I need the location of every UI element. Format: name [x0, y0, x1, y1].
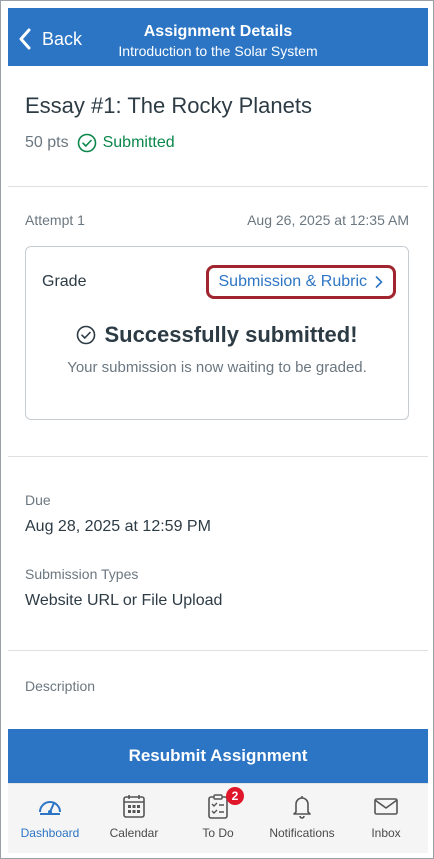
divider	[8, 456, 428, 457]
inbox-icon	[374, 798, 398, 815]
calendar-icon	[123, 795, 145, 818]
tab-calendar-label: Calendar	[109, 826, 159, 840]
resubmit-button[interactable]: Resubmit Assignment	[8, 729, 428, 783]
success-message: Your submission is now waiting to be gra…	[67, 359, 367, 376]
submission-rubric-link[interactable]: Submission & Rubric	[205, 265, 396, 299]
check-circle-icon	[77, 325, 96, 345]
header-titles: Assignment Details Introduction to the S…	[8, 22, 428, 60]
due-label: Due	[25, 492, 51, 508]
attempt-label[interactable]: Attempt 1	[25, 212, 85, 228]
check-circle-icon	[77, 133, 96, 153]
submission-rubric-label: Submission & Rubric	[218, 273, 368, 290]
attempt-date: Aug 26, 2025 at 12:35 AM	[247, 212, 409, 228]
dashboard-icon	[39, 801, 61, 815]
header-title: Assignment Details	[143, 23, 293, 40]
points-status-row: 50 pts Submitted	[25, 133, 175, 153]
tab-bar: Dashboard Calendar 2 To Do Notifications…	[8, 783, 428, 853]
description-label: Description	[25, 678, 96, 694]
app-frame: Back Assignment Details Introduction to …	[0, 0, 434, 859]
todo-count-badge: 2	[226, 787, 244, 805]
bell-icon	[293, 796, 311, 819]
points-value: 50 pts	[25, 134, 69, 151]
header-bar: Back Assignment Details Introduction to …	[8, 8, 428, 66]
due-value: Aug 28, 2025 at 12:59 PM	[25, 518, 211, 535]
status-badge: Submitted	[102, 134, 175, 151]
tab-inbox[interactable]: Inbox	[344, 784, 428, 853]
submission-types-value: Website URL or File Upload	[25, 592, 223, 609]
tab-todo-label: To Do	[202, 826, 234, 840]
grade-card: Grade Submission & Rubric Successfully s…	[25, 246, 409, 420]
header-subtitle: Introduction to the Solar System	[118, 43, 318, 59]
grade-label: Grade	[42, 273, 87, 290]
chevron-right-icon	[375, 276, 383, 288]
tab-dashboard[interactable]: Dashboard	[8, 784, 92, 853]
success-heading: Successfully submitted!	[26, 322, 408, 348]
tab-calendar[interactable]: Calendar	[92, 784, 176, 853]
tab-dashboard-label: Dashboard	[20, 826, 80, 840]
submission-types-label: Submission Types	[25, 566, 139, 582]
tab-notifications-label: Notifications	[269, 826, 335, 840]
divider	[8, 650, 428, 651]
divider	[8, 186, 428, 187]
success-title: Successfully submitted!	[104, 322, 358, 347]
tab-todo[interactable]: 2 To Do	[176, 784, 260, 853]
tab-notifications[interactable]: Notifications	[260, 784, 344, 853]
assignment-title: Essay #1: The Rocky Planets	[25, 93, 312, 118]
tab-inbox-label: Inbox	[371, 826, 401, 840]
